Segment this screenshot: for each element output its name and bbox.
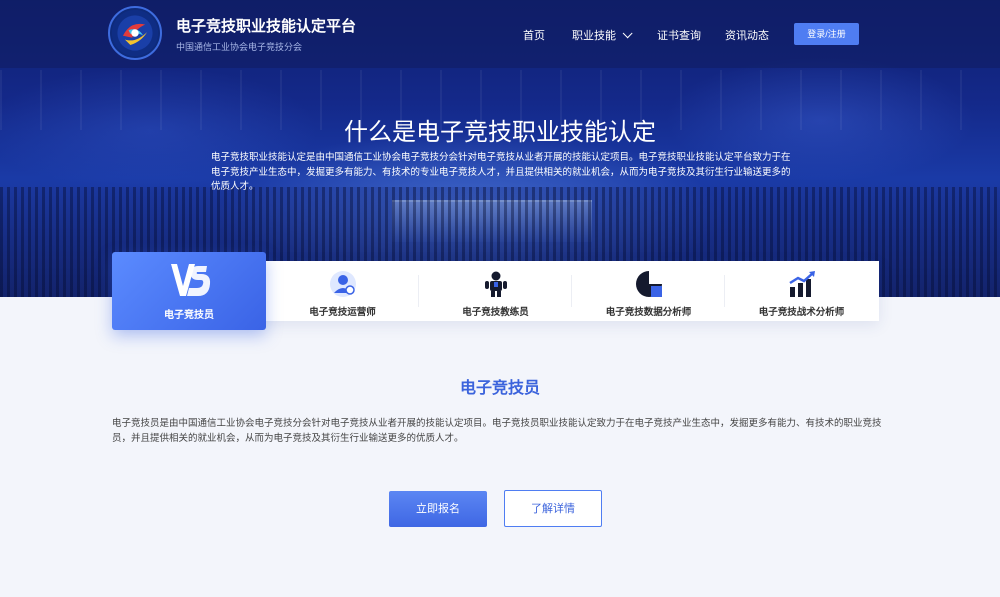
site-title: 电子竞技职业技能认定平台 bbox=[176, 17, 357, 35]
vs-logo-icon bbox=[171, 264, 211, 296]
register-now-button[interactable]: 立即报名 bbox=[389, 491, 487, 527]
nav-home-label: 首页 bbox=[523, 29, 545, 42]
tab-esports-data-analyst[interactable]: 电子竞技数据分析师 bbox=[572, 261, 725, 321]
chevron-down-icon bbox=[622, 28, 633, 39]
hero-description: 电子竞技职业技能认定是由中国通信工业协会电子竞技分会针对电子竞技从业者开展的技能… bbox=[211, 152, 791, 192]
section-description: 电子竞技员是由中国通信工业协会电子竞技分会针对电子竞技从业者开展的技能认定项目。… bbox=[112, 418, 882, 444]
nav-skills-dropdown[interactable]: 职业技能 bbox=[572, 27, 633, 43]
nav-cert-label: 证书查询 bbox=[657, 29, 701, 42]
bar-chart-trend-icon bbox=[788, 271, 815, 297]
nav-home[interactable]: 首页 bbox=[523, 27, 545, 43]
coach-icon bbox=[484, 271, 507, 297]
tab-esports-tactical-analyst[interactable]: 电子竞技战术分析师 bbox=[725, 261, 878, 321]
hero-title: 什么是电子竞技职业技能认定 bbox=[344, 118, 656, 146]
logo-emblem-icon bbox=[111, 9, 159, 57]
tab-label: 电子竞技员 bbox=[164, 310, 214, 321]
site-subtitle: 中国通信工业协会电子竞技分会 bbox=[176, 43, 303, 53]
tab-label: 电子竞技数据分析师 bbox=[605, 307, 692, 318]
operator-icon bbox=[329, 271, 356, 297]
tab-esports-operator[interactable]: 电子竞技运营师 bbox=[266, 261, 419, 321]
section-title: 电子竞技员 bbox=[459, 378, 540, 397]
tab-esports-player[interactable]: 电子竞技员 bbox=[112, 252, 266, 330]
nav-skills-label: 职业技能 bbox=[572, 29, 616, 42]
tab-esports-coach[interactable]: 电子竞技教练员 bbox=[419, 261, 572, 321]
login-register-button[interactable]: 登录/注册 bbox=[794, 23, 859, 45]
tab-label: 电子竞技战术分析师 bbox=[758, 307, 845, 318]
learn-more-button[interactable]: 了解详情 bbox=[504, 490, 602, 527]
tab-label: 电子竞技教练员 bbox=[462, 307, 529, 318]
tab-label: 电子竞技运营师 bbox=[309, 307, 376, 318]
top-header: 电子竞技职业技能认定平台 中国通信工业协会电子竞技分会 首页 职业技能 证书查询… bbox=[0, 0, 1000, 68]
association-logo[interactable] bbox=[108, 6, 162, 60]
nav-news[interactable]: 资讯动态 bbox=[725, 27, 769, 43]
nav-certificate-query[interactable]: 证书查询 bbox=[657, 27, 701, 43]
pie-chart-icon bbox=[635, 271, 662, 297]
nav-news-label: 资讯动态 bbox=[725, 29, 769, 42]
